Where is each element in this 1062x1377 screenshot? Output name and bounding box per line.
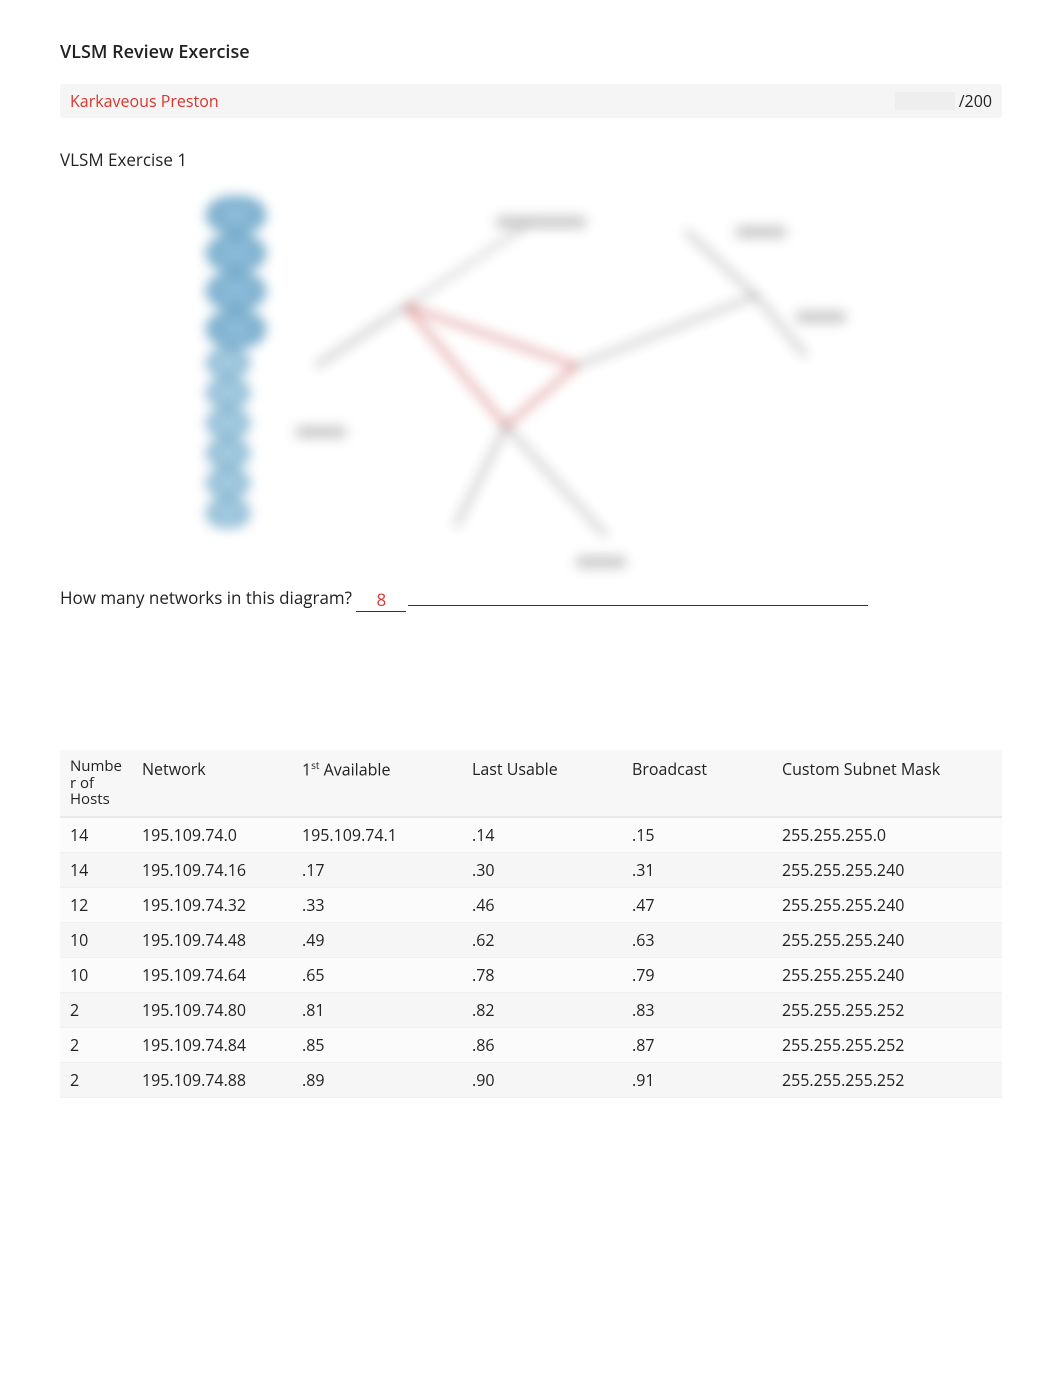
col-header-last: Last Usable xyxy=(462,750,622,817)
table-row: 2195.109.74.84.85.86.87255.255.255.252 xyxy=(60,1027,1002,1062)
cell-hosts: 2 xyxy=(60,1062,132,1097)
col-header-network: Network xyxy=(132,750,292,817)
table-row: 12195.109.74.32.33.46.47255.255.255.240 xyxy=(60,887,1002,922)
diagram-links xyxy=(206,196,856,566)
cell-hosts: 12 xyxy=(60,887,132,922)
cell-network: 195.109.74.84 xyxy=(132,1027,292,1062)
cell-last: .46 xyxy=(462,887,622,922)
cell-first: .49 xyxy=(292,922,462,957)
cell-mask: 255.255.255.240 xyxy=(772,957,1002,992)
cell-first: 195.109.74.1 xyxy=(292,817,462,853)
cell-first: .81 xyxy=(292,992,462,1027)
table-row: 2195.109.74.88.89.90.91255.255.255.252 xyxy=(60,1062,1002,1097)
cell-broadcast: .87 xyxy=(622,1027,772,1062)
cell-hosts: 14 xyxy=(60,852,132,887)
page-title: VLSM Review Exercise xyxy=(60,40,1002,64)
network-diagram xyxy=(206,196,856,566)
cell-last: .78 xyxy=(462,957,622,992)
col-header-broadcast: Broadcast xyxy=(622,750,772,817)
cell-broadcast: .47 xyxy=(622,887,772,922)
cell-broadcast: .83 xyxy=(622,992,772,1027)
col-header-mask: Custom Subnet Mask xyxy=(772,750,1002,817)
col-header-hosts: Numbe r of Hosts xyxy=(60,750,132,817)
cell-broadcast: .63 xyxy=(622,922,772,957)
cell-first: .65 xyxy=(292,957,462,992)
cell-broadcast: .91 xyxy=(622,1062,772,1097)
cell-hosts: 2 xyxy=(60,1027,132,1062)
cell-network: 195.109.74.64 xyxy=(132,957,292,992)
table-header-row: Numbe r of Hosts Network 1st Available L… xyxy=(60,750,1002,817)
section-subtitle: VLSM Exercise 1 xyxy=(60,148,1002,171)
student-name: Karkaveous Preston xyxy=(70,90,895,112)
cell-hosts: 10 xyxy=(60,922,132,957)
cell-broadcast: .15 xyxy=(622,817,772,853)
table-body: 14195.109.74.0195.109.74.1.14.15255.255.… xyxy=(60,817,1002,1098)
cell-hosts: 10 xyxy=(60,957,132,992)
cell-mask: 255.255.255.252 xyxy=(772,992,1002,1027)
cell-hosts: 14 xyxy=(60,817,132,853)
cell-mask: 255.255.255.252 xyxy=(772,1027,1002,1062)
score-blank xyxy=(895,92,955,110)
subnet-table: Numbe r of Hosts Network 1st Available L… xyxy=(60,750,1002,1098)
answer-line-extension xyxy=(408,605,868,606)
table-row: 10195.109.74.48.49.62.63255.255.255.240 xyxy=(60,922,1002,957)
cell-last: .62 xyxy=(462,922,622,957)
cell-network: 195.109.74.32 xyxy=(132,887,292,922)
cell-hosts: 2 xyxy=(60,992,132,1027)
cell-first: .89 xyxy=(292,1062,462,1097)
name-score-row: Karkaveous Preston /200 xyxy=(60,84,1002,118)
cell-network: 195.109.74.0 xyxy=(132,817,292,853)
cell-broadcast: .79 xyxy=(622,957,772,992)
col-header-hosts-l3: Hosts xyxy=(70,789,110,809)
cell-mask: 255.255.255.240 xyxy=(772,887,1002,922)
table-row: 2195.109.74.80.81.82.83255.255.255.252 xyxy=(60,992,1002,1027)
question-text: How many networks in this diagram? xyxy=(60,586,356,609)
cell-network: 195.109.74.80 xyxy=(132,992,292,1027)
question-networks-count: How many networks in this diagram? 8 xyxy=(60,586,1002,610)
answer-blank: 8 xyxy=(356,588,406,612)
cell-last: .30 xyxy=(462,852,622,887)
cell-last: .14 xyxy=(462,817,622,853)
cell-network: 195.109.74.16 xyxy=(132,852,292,887)
cell-network: 195.109.74.48 xyxy=(132,922,292,957)
cell-mask: 255.255.255.240 xyxy=(772,922,1002,957)
cell-last: .90 xyxy=(462,1062,622,1097)
cell-last: .86 xyxy=(462,1027,622,1062)
cell-broadcast: .31 xyxy=(622,852,772,887)
cell-first: .85 xyxy=(292,1027,462,1062)
table-row: 14195.109.74.0195.109.74.1.14.15255.255.… xyxy=(60,817,1002,853)
cell-mask: 255.255.255.252 xyxy=(772,1062,1002,1097)
cell-network: 195.109.74.88 xyxy=(132,1062,292,1097)
cell-mask: 255.255.255.240 xyxy=(772,852,1002,887)
col-header-first: 1st Available xyxy=(292,750,462,817)
answer-value: 8 xyxy=(377,588,387,611)
table-row: 14195.109.74.16.17.30.31255.255.255.240 xyxy=(60,852,1002,887)
score-total: /200 xyxy=(959,90,992,112)
cell-first: .33 xyxy=(292,887,462,922)
cell-last: .82 xyxy=(462,992,622,1027)
table-row: 10195.109.74.64.65.78.79255.255.255.240 xyxy=(60,957,1002,992)
cell-first: .17 xyxy=(292,852,462,887)
cell-mask: 255.255.255.0 xyxy=(772,817,1002,853)
